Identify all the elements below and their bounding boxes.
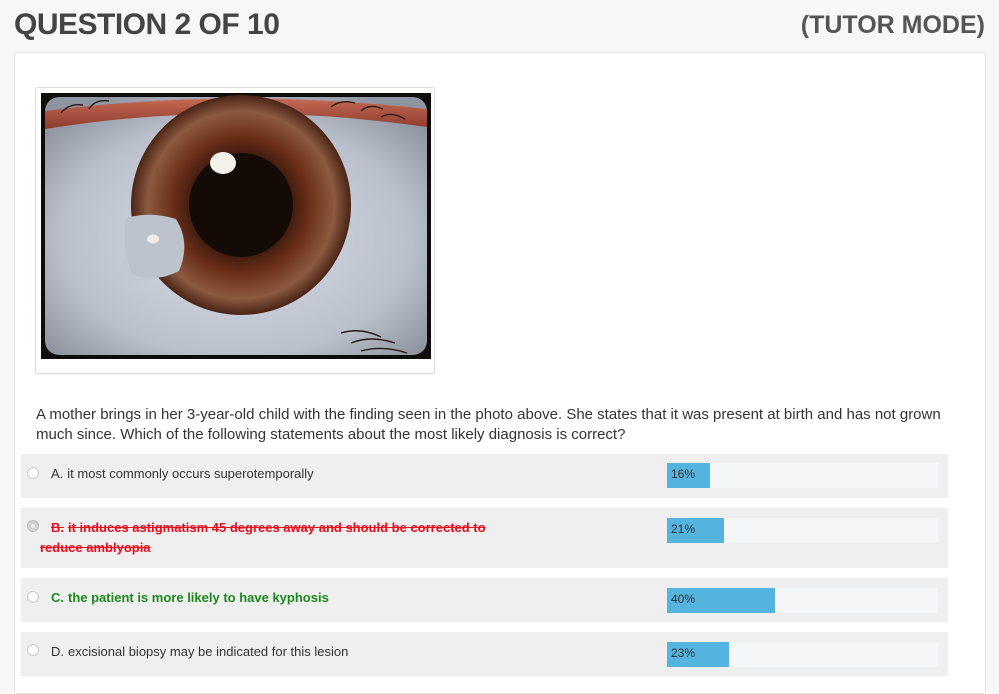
answer-label-a: it most commonly occurs superotemporally xyxy=(67,466,314,481)
eye-photo-illustration xyxy=(41,93,431,359)
answer-letter-a: A. xyxy=(51,466,64,481)
answer-text-b: B. it induces astigmatism 45 degrees away… xyxy=(40,518,490,558)
answer-option-a[interactable]: A. it most commonly occurs superotemporal… xyxy=(21,454,948,498)
response-percent-a: 16% xyxy=(671,467,696,481)
answer-text-a: A. it most commonly occurs superotemporal… xyxy=(40,464,490,484)
answer-radio-a[interactable] xyxy=(27,467,39,479)
answer-letter-d: D. xyxy=(51,644,64,659)
response-bar-track-b: 21% xyxy=(667,518,938,543)
response-percent-b: 21% xyxy=(671,522,696,536)
answer-option-b[interactable]: B. it induces astigmatism 45 degrees away… xyxy=(21,508,948,568)
answer-option-d[interactable]: D. excisional biopsy may be indicated for… xyxy=(21,632,948,676)
question-image xyxy=(41,93,431,359)
question-counter: QUESTION 2 OF 10 xyxy=(14,8,280,41)
response-bar-track-c: 40% xyxy=(667,588,938,613)
answer-label-c: the patient is more likely to have kypho… xyxy=(68,590,329,605)
answer-label-d: excisional biopsy may be indicated for t… xyxy=(68,644,349,659)
response-bar-track-d: 23% xyxy=(667,642,938,667)
answer-radio-c[interactable] xyxy=(27,591,39,603)
answer-radio-d[interactable] xyxy=(27,644,39,656)
response-bar-track-a: 16% xyxy=(667,463,938,488)
answer-radio-b[interactable] xyxy=(27,520,39,532)
mode-label: (TUTOR MODE) xyxy=(800,11,985,39)
answer-label-b: it induces astigmatism 45 degrees away a… xyxy=(40,520,486,555)
question-image-frame[interactable] xyxy=(35,87,435,374)
question-header: QUESTION 2 OF 10 (TUTOR MODE) xyxy=(0,0,999,52)
answer-text-d: D. excisional biopsy may be indicated for… xyxy=(40,642,490,662)
question-stem: A mother brings in her 3-year-old child … xyxy=(36,406,941,443)
answer-letter-b: B. xyxy=(51,520,64,535)
answer-letter-c: C. xyxy=(51,590,64,605)
answer-text-c: C. the patient is more likely to have kyp… xyxy=(40,588,490,608)
answer-option-c[interactable]: C. the patient is more likely to have kyp… xyxy=(21,578,948,622)
response-percent-d: 23% xyxy=(671,646,696,660)
response-percent-c: 40% xyxy=(671,592,696,606)
